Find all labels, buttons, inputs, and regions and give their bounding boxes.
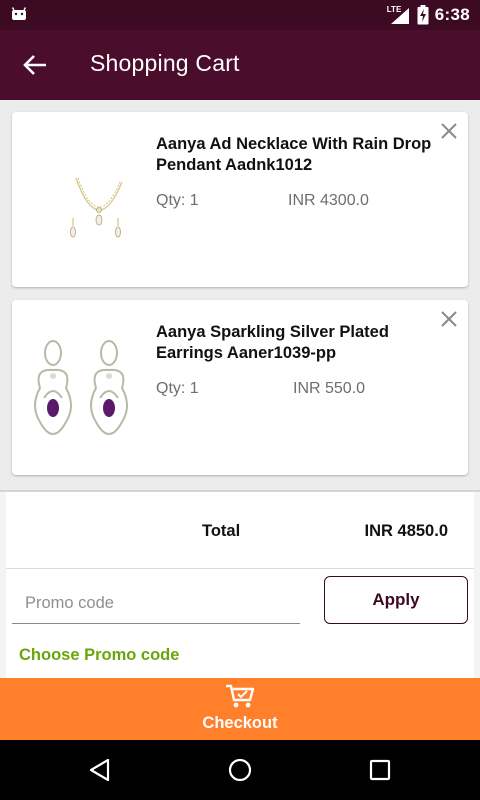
choose-promo-link[interactable]: Choose Promo code <box>19 646 179 665</box>
cart-item[interactable]: Aanya Sparkling Silver Plated Earrings A… <box>12 300 468 475</box>
page-title: Shopping Cart <box>90 50 240 76</box>
promo-code-input[interactable] <box>12 584 300 624</box>
summary-panel: Total INR 4850.0 Apply Choose Promo code <box>6 492 474 680</box>
item-price: INR 4300.0 <box>288 192 369 209</box>
item-qty: Qty: 1 <box>156 380 199 397</box>
status-time: 6:38 <box>434 5 470 24</box>
close-icon[interactable] <box>440 122 458 140</box>
app-bar: Shopping Cart <box>0 30 480 100</box>
cart-item[interactable]: Aanya Ad Necklace With Rain Drop Pendant… <box>12 112 468 287</box>
cart-checkout-icon <box>226 684 255 708</box>
arrow-left-icon[interactable] <box>22 53 48 77</box>
status-bar: LTE 6:38 <box>0 0 480 30</box>
home-circle-icon[interactable] <box>227 757 253 783</box>
item-name[interactable]: Aanya Ad Necklace With Rain Drop Pendant… <box>156 134 436 176</box>
total-label: Total <box>202 522 241 540</box>
divider <box>6 568 474 569</box>
battery-charging-icon <box>417 5 429 25</box>
earrings-image <box>34 340 128 435</box>
android-debug-icon <box>11 7 27 20</box>
recents-square-icon[interactable] <box>367 757 393 783</box>
item-price: INR 550.0 <box>293 380 366 397</box>
item-name[interactable]: Aanya Sparkling Silver Plated Earrings A… <box>156 322 436 364</box>
back-triangle-icon[interactable] <box>87 757 113 783</box>
apply-button[interactable]: Apply <box>324 576 468 624</box>
close-icon[interactable] <box>440 310 458 328</box>
system-nav-bar <box>0 740 480 800</box>
checkout-label: Checkout <box>202 714 278 732</box>
lte-signal-icon: LTE <box>387 5 411 24</box>
checkout-button[interactable]: Checkout <box>0 678 480 740</box>
item-qty: Qty: 1 <box>156 192 199 209</box>
total-value: INR 4850.0 <box>364 522 448 540</box>
necklace-image <box>70 177 123 238</box>
order-summary: Total INR 4850.0 Apply Choose Promo code <box>0 490 480 680</box>
